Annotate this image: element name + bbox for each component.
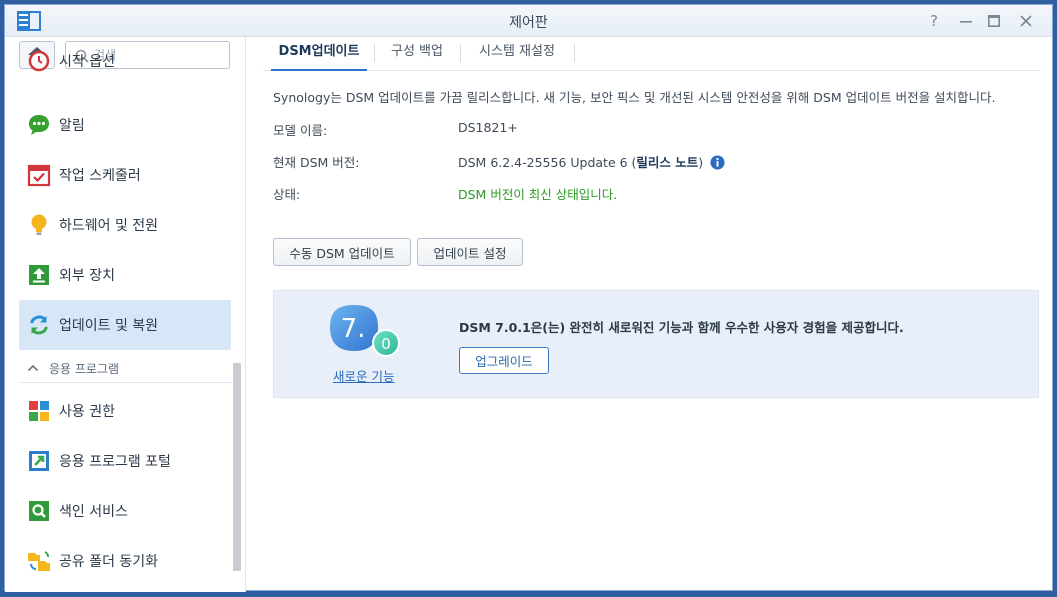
sidebar-item-external-devices[interactable]: 외부 장치 (19, 250, 231, 300)
sidebar-item-label: 알림 (59, 118, 85, 134)
main-content: DSM업데이트 구성 백업 시스템 재설정 Synology는 DSM 업데이트… (247, 37, 1053, 592)
upgrade-button[interactable]: 업그레이드 (459, 347, 549, 374)
status-label: 상태: (273, 187, 301, 202)
folder-sync-icon (28, 551, 50, 571)
sidebar-item-shared-folder-sync[interactable]: 공유 폴더 동기화 (19, 536, 231, 586)
close-icon[interactable] (1015, 10, 1037, 32)
refresh-icon (30, 315, 48, 335)
maximize-icon[interactable] (983, 10, 1005, 32)
sidebar-item-label: 작업 스케줄러 (59, 168, 141, 184)
sidebar-item-label: 하드웨어 및 전원 (59, 218, 159, 234)
sidebar: 시작 옵션 알림 작업 스케줄러 (5, 37, 246, 592)
badge-main-text: 7. (341, 314, 366, 344)
clock-icon (28, 50, 50, 72)
sidebar-item-task-scheduler[interactable]: 작업 스케줄러 (19, 150, 231, 200)
sidebar-scrollbar[interactable] (233, 363, 241, 571)
sidebar-item-label: 응용 프로그램 포털 (59, 454, 171, 470)
sidebar-item-update-restore[interactable]: 업데이트 및 복원 (19, 300, 231, 350)
control-panel-window: 제어판 ? 검색 시작 옵션 알림 작업 스케줄러 하드웨어 및 전원 외부 장… (4, 4, 1053, 592)
tab-system-reset[interactable]: 시스템 재설정 (465, 37, 569, 71)
sidebar-item-indexing-service[interactable]: 색인 서비스 (19, 486, 231, 536)
new-features-link[interactable]: 새로운 기능 (333, 366, 394, 385)
lightbulb-icon (31, 214, 47, 235)
section-header-applications[interactable]: 응용 프로그램 (19, 353, 231, 383)
sidebar-item-label: 업데이트 및 복원 (59, 318, 159, 334)
tab-divider (374, 44, 375, 62)
search-service-icon (29, 501, 49, 521)
tab-divider (460, 44, 461, 62)
chat-icon (29, 115, 49, 135)
sidebar-item-label: 외부 장치 (59, 268, 115, 284)
manual-dsm-update-button[interactable]: 수동 DSM 업데이트 (273, 238, 411, 266)
sidebar-item-application-portal[interactable]: 응용 프로그램 포털 (19, 436, 231, 486)
upload-icon (29, 265, 49, 285)
badge-sub-text: 0 (381, 335, 391, 353)
sidebar-item-label: 시작 옵션 (59, 54, 115, 70)
chevron-up-icon (27, 364, 39, 372)
sidebar-item-hardware-power[interactable]: 하드웨어 및 전원 (19, 200, 231, 250)
release-notes-link[interactable]: 릴리스 노트 (636, 155, 698, 170)
title-bar: 제어판 ? (5, 5, 1052, 37)
tab-dsm-update[interactable]: DSM업데이트 (271, 37, 367, 71)
sidebar-item-privileges[interactable]: 사용 권한 (19, 386, 231, 436)
version-value: DSM 6.2.4-25556 Update 6 ( (458, 155, 637, 170)
update-settings-button[interactable]: 업데이트 설정 (417, 238, 523, 266)
minimize-icon[interactable] (955, 10, 977, 32)
model-label: 모델 이름: (273, 123, 328, 138)
upgrade-message: DSM 7.0.1은(는) 완전히 새로워진 기능과 함께 우수한 사용자 경험… (459, 320, 904, 335)
version-label: 현재 DSM 버전: (273, 155, 360, 170)
sidebar-item-label: 색인 서비스 (59, 504, 128, 520)
version-row: DSM 6.2.4-25556 Update 6 (릴리스 노트) (458, 152, 725, 171)
info-icon[interactable] (710, 155, 725, 170)
tab-divider (574, 44, 575, 62)
dsm7-badge-icon: 7. 0 (330, 305, 400, 357)
tab-config-backup[interactable]: 구성 백업 (379, 37, 455, 71)
portal-icon (29, 451, 49, 471)
upgrade-banner: 7. 0 새로운 기능 DSM 7.0.1은(는) 완전히 새로워진 기능과 함… (273, 290, 1039, 398)
update-description: Synology는 DSM 업데이트를 가끔 릴리스합니다. 새 기능, 보안 … (273, 90, 996, 105)
sidebar-item-label: 공유 폴더 동기화 (59, 554, 159, 570)
model-value: DS1821+ (458, 120, 518, 135)
section-header-label: 응용 프로그램 (49, 362, 120, 376)
calendar-icon (27, 164, 51, 187)
window-title: 제어판 (509, 15, 548, 31)
sidebar-item-notification[interactable]: 알림 (19, 100, 231, 150)
status-value: DSM 버전이 최신 상태입니다. (458, 187, 618, 202)
help-icon[interactable]: ? (923, 10, 945, 32)
grid-icon (29, 401, 49, 421)
tab-bar: DSM업데이트 구성 백업 시스템 재설정 (263, 37, 1041, 71)
version-suffix: ) (698, 155, 704, 170)
sidebar-item-startup[interactable]: 시작 옵션 (19, 50, 231, 87)
sidebar-item-label: 사용 권한 (59, 404, 115, 420)
